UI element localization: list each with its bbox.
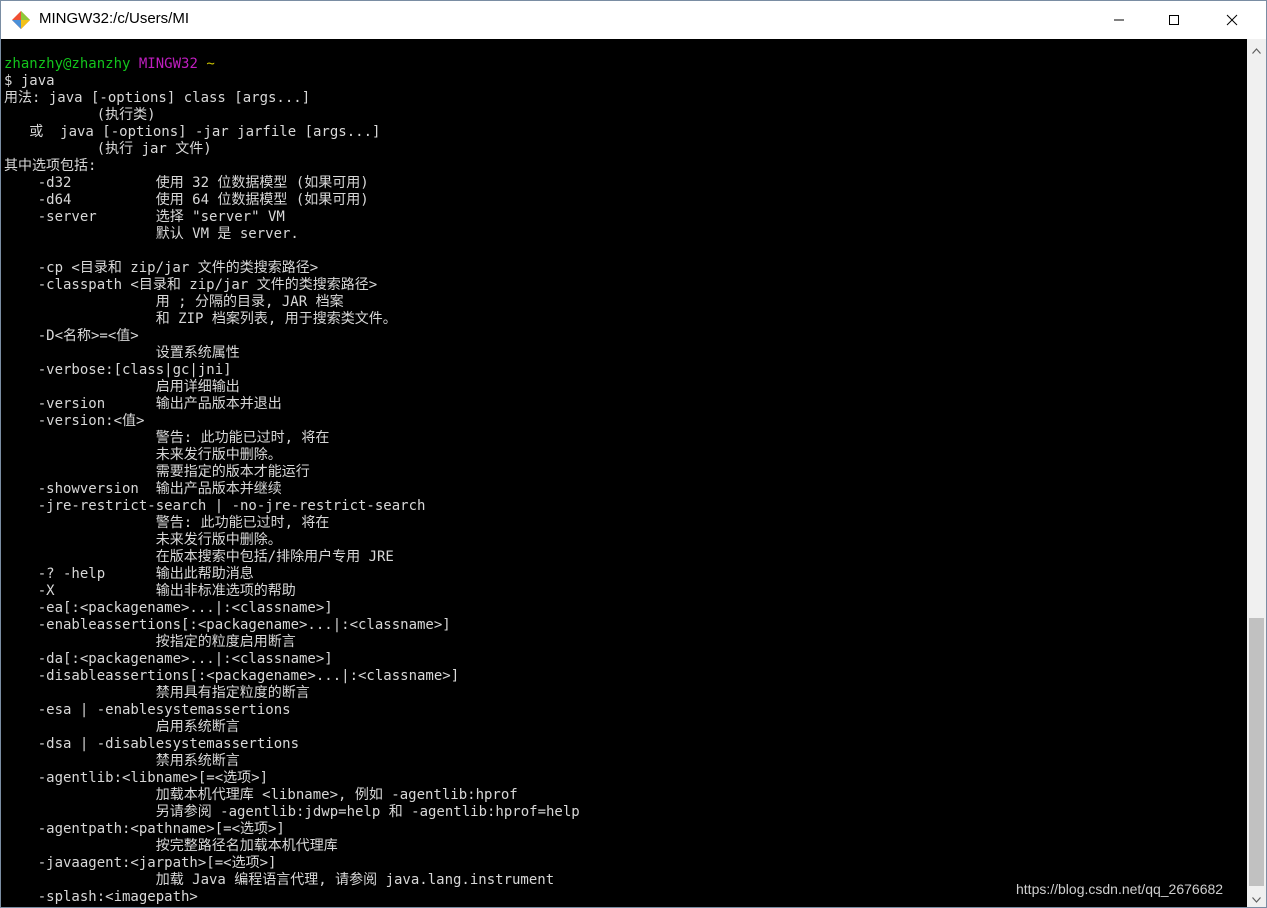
output-line: -ea[:<packagename>...|:<classname>] bbox=[4, 600, 333, 616]
close-icon bbox=[1226, 11, 1238, 30]
output-line: 需要指定的版本才能运行 bbox=[4, 464, 310, 480]
prompt-line: zhanzhy@zhanzhy MINGW32 ~ bbox=[4, 56, 580, 73]
output-line: -disableassertions[:<packagename>...|:<c… bbox=[4, 668, 460, 684]
output-line: -da[:<packagename>...|:<classname>] bbox=[4, 651, 333, 667]
output-line: 其中选项包括: bbox=[4, 158, 97, 174]
prompt-env: MINGW32 bbox=[138, 56, 198, 72]
output-line: 未来发行版中删除。 bbox=[4, 447, 282, 463]
output-line: 在版本搜索中包括/排除用户专用 JRE bbox=[4, 549, 394, 565]
prompt-path: ~ bbox=[206, 56, 215, 72]
output-line: 默认 VM 是 server. bbox=[4, 226, 299, 242]
scroll-down-button[interactable] bbox=[1247, 888, 1266, 907]
chevron-up-icon bbox=[1252, 39, 1261, 58]
output-line: -agentlib:<libname>[=<选项>] bbox=[4, 770, 269, 786]
terminal-window: MINGW32:/c/Users/MI zhanzhy@zhanzhy MING… bbox=[0, 0, 1267, 908]
minimize-icon bbox=[1113, 11, 1125, 30]
git-bash-icon bbox=[11, 10, 31, 30]
command-line: $ java bbox=[4, 73, 55, 89]
chevron-down-icon bbox=[1252, 888, 1261, 907]
window-title: MINGW32:/c/Users/MI bbox=[39, 10, 190, 27]
output-line: 启用详细输出 bbox=[4, 379, 240, 395]
watermark-text: https://blog.csdn.net/qq_2676682 bbox=[1016, 881, 1224, 897]
close-button[interactable] bbox=[1209, 1, 1255, 39]
output-line: -showversion 输出产品版本并继续 bbox=[4, 481, 282, 497]
output-line: -verbose:[class|gc|jni] bbox=[4, 362, 232, 378]
output-line: -? -help 输出此帮助消息 bbox=[4, 566, 254, 582]
output-line: -javaagent:<jarpath>[=<选项>] bbox=[4, 855, 277, 871]
output-line: -cp <目录和 zip/jar 文件的类搜索路径> bbox=[4, 260, 319, 276]
output-line: 加载 Java 编程语言代理, 请参阅 java.lang.instrument bbox=[4, 872, 555, 888]
output-line: -D<名称>=<值> bbox=[4, 328, 139, 344]
output-line: 另请参阅 -agentlib:jdwp=help 和 -agentlib:hpr… bbox=[4, 804, 580, 820]
output-line: -d32 使用 32 位数据模型 (如果可用) bbox=[4, 175, 369, 191]
output-line: 用法: java [-options] class [args...] bbox=[4, 90, 311, 106]
output-line: 启用系统断言 bbox=[4, 719, 240, 735]
output-line: -enableassertions[:<packagename>...|:<cl… bbox=[4, 617, 451, 633]
output-line: 加载本机代理库 <libname>, 例如 -agentlib:hprof bbox=[4, 787, 518, 803]
title-bar[interactable]: MINGW32:/c/Users/MI bbox=[1, 1, 1266, 39]
output-line: -X 输出非标准选项的帮助 bbox=[4, 583, 296, 599]
maximize-button[interactable] bbox=[1151, 1, 1197, 39]
output-line: -version:<值> bbox=[4, 413, 145, 429]
scroll-up-button[interactable] bbox=[1247, 39, 1266, 58]
output-line: -agentpath:<pathname>[=<选项>] bbox=[4, 821, 285, 837]
output-line: 设置系统属性 bbox=[4, 345, 240, 361]
scrollbar-thumb[interactable] bbox=[1249, 618, 1264, 886]
output-line: -version 输出产品版本并退出 bbox=[4, 396, 282, 412]
terminal-lines: zhanzhy@zhanzhy MINGW32 ~ $ java 用法: jav… bbox=[4, 56, 580, 906]
output-line: -splash:<imagepath> bbox=[4, 889, 198, 905]
output-line: 或 java [-options] -jar jarfile [args...] bbox=[4, 124, 381, 140]
output-line: (执行类) bbox=[4, 107, 156, 123]
output-line: 警告: 此功能已过时, 将在 bbox=[4, 430, 330, 446]
output-line: 按完整路径名加载本机代理库 bbox=[4, 838, 338, 854]
output-line: -dsa | -disablesystemassertions bbox=[4, 736, 300, 752]
minimize-button[interactable] bbox=[1096, 1, 1142, 39]
prompt-user-host: zhanzhy@zhanzhy bbox=[4, 56, 131, 72]
output-line: -classpath <目录和 zip/jar 文件的类搜索路径> bbox=[4, 277, 378, 293]
output-line: 按指定的粒度启用断言 bbox=[4, 634, 296, 650]
maximize-icon bbox=[1168, 11, 1180, 30]
output-line: -jre-restrict-search | -no-jre-restrict-… bbox=[4, 498, 426, 514]
terminal-output-area[interactable]: zhanzhy@zhanzhy MINGW32 ~ $ java 用法: jav… bbox=[1, 39, 1247, 907]
vertical-scrollbar[interactable] bbox=[1247, 39, 1266, 907]
output-line: -server 选择 "server" VM bbox=[4, 209, 285, 225]
output-line: -esa | -enablesystemassertions bbox=[4, 702, 291, 718]
output-line: 未来发行版中删除。 bbox=[4, 532, 282, 548]
output-line: 警告: 此功能已过时, 将在 bbox=[4, 515, 330, 531]
output-line: 和 ZIP 档案列表, 用于搜索类文件。 bbox=[4, 311, 397, 327]
output-line: 禁用系统断言 bbox=[4, 753, 240, 769]
output-line: 禁用具有指定粒度的断言 bbox=[4, 685, 310, 701]
output-line: (执行 jar 文件) bbox=[4, 141, 212, 157]
output-line: -d64 使用 64 位数据模型 (如果可用) bbox=[4, 192, 369, 208]
output-line: 用 ; 分隔的目录, JAR 档案 bbox=[4, 294, 344, 310]
